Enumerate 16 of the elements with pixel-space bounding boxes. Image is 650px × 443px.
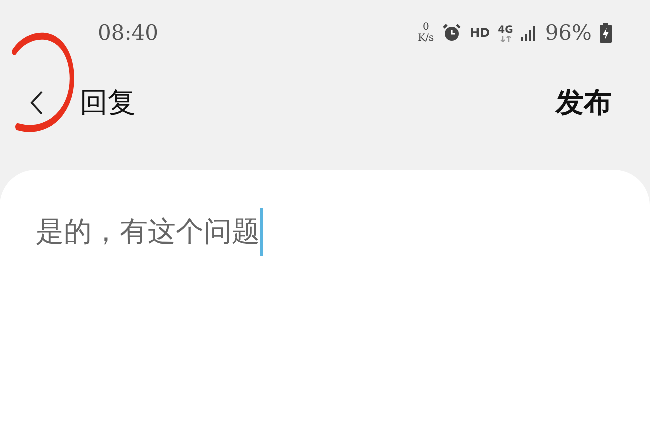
data-arrows-icon — [500, 36, 512, 42]
reply-input-field[interactable]: 是的，有这个问题 — [36, 213, 260, 251]
status-time: 08:40 — [98, 21, 159, 45]
text-cursor — [260, 208, 263, 256]
battery-charging-icon — [600, 23, 612, 43]
alarm-clock-icon — [442, 23, 462, 43]
back-button[interactable] — [30, 90, 44, 116]
network-speed-unit: K/s — [418, 33, 434, 44]
signal-icon — [521, 25, 538, 41]
battery-percentage: 96% — [545, 21, 592, 45]
page-title: 回复 — [80, 85, 136, 121]
publish-button[interactable]: 发布 — [556, 84, 612, 122]
network-speed-value: 0 — [422, 22, 430, 33]
back-chevron-icon — [30, 90, 44, 116]
hd-label: HD — [470, 26, 490, 40]
network-type-label: 4G — [498, 24, 514, 36]
